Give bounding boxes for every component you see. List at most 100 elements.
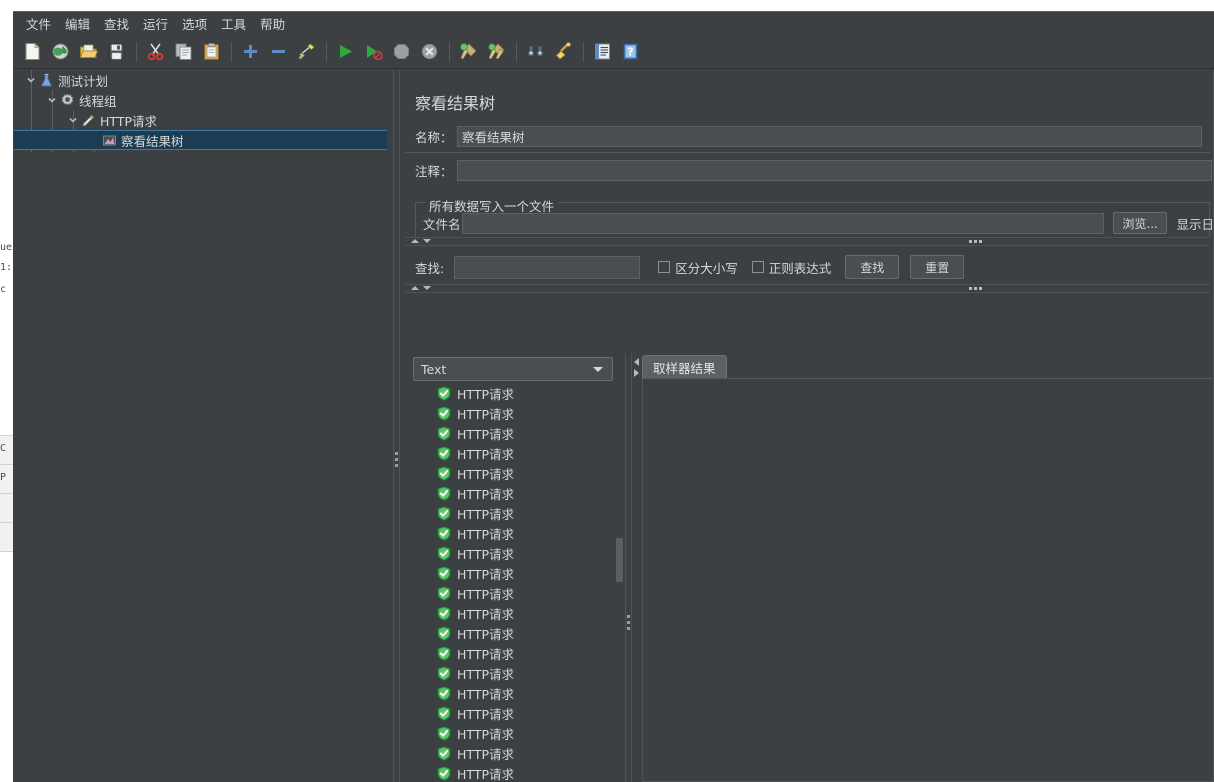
reset-button[interactable]: 重置 — [910, 255, 965, 279]
clear-icon[interactable] — [455, 39, 481, 65]
result-list-item[interactable]: HTTP请求 — [413, 643, 615, 663]
paste-icon[interactable] — [198, 39, 224, 65]
result-list-item[interactable]: HTTP请求 — [413, 583, 615, 603]
comment-input[interactable] — [457, 159, 1212, 181]
chevron-down-icon[interactable] — [66, 113, 80, 127]
filename-input[interactable] — [461, 212, 1104, 234]
search-divider[interactable] — [405, 237, 1210, 246]
tree-node-http-request[interactable]: HTTP请求 — [14, 110, 387, 130]
name-input[interactable] — [457, 125, 1202, 147]
shutdown-icon[interactable] — [416, 39, 442, 65]
tree-node-thread-group[interactable]: 线程组 — [14, 90, 387, 110]
chevron-down-icon[interactable] — [24, 73, 38, 87]
result-list-item[interactable]: HTTP请求 — [413, 383, 615, 403]
result-list-item[interactable]: HTTP请求 — [413, 523, 615, 543]
tab-scroll-right-icon[interactable] — [634, 369, 639, 377]
view-results-tree-icon — [101, 132, 117, 148]
result-list-item[interactable]: HTTP请求 — [413, 743, 615, 763]
search-icon[interactable] — [522, 39, 548, 65]
menu-help[interactable]: 帮助 — [253, 12, 292, 36]
regex-box[interactable] — [751, 261, 764, 273]
result-list-item[interactable]: HTTP请求 — [413, 763, 615, 782]
chevron-down-icon[interactable] — [45, 93, 59, 107]
divider-dots-2[interactable] — [969, 287, 982, 290]
new-icon[interactable] — [19, 39, 45, 65]
collapse-all-icon[interactable] — [265, 39, 291, 65]
divider-dots-1[interactable] — [969, 240, 982, 243]
result-item-label: HTTP请求 — [457, 666, 514, 682]
filename-row: 文件名 浏览... 显示日 — [401, 211, 1214, 235]
results-splitter[interactable] — [624, 353, 633, 782]
result-list-item[interactable]: HTTP请求 — [413, 463, 615, 483]
menu-edit[interactable]: 编辑 — [58, 12, 97, 36]
splitter-grip[interactable] — [395, 452, 398, 470]
results-area: Text HTTP请求 HTTP请求 HTTP请求 HTTP请求 HTTP请求 HTTP请… — [405, 353, 1214, 782]
result-list-item[interactable]: HTTP请求 — [413, 543, 615, 563]
chevron-down-icon[interactable] — [593, 366, 603, 372]
tab-scroll-left-icon[interactable] — [634, 358, 639, 366]
renderer-select[interactable]: Text — [413, 357, 613, 381]
test-plan-tree[interactable]: 测试计划 线程组 HTTP请求 察看结果树 — [14, 70, 387, 782]
start-no-pauses-icon[interactable] — [360, 39, 386, 65]
sampler-result-content[interactable] — [642, 379, 1214, 782]
result-item-label: HTTP请求 — [457, 606, 514, 622]
reset-search-icon[interactable] — [550, 39, 576, 65]
results-splitter-grip[interactable] — [627, 615, 630, 633]
result-list-item[interactable]: HTTP请求 — [413, 423, 615, 443]
main-splitter[interactable] — [392, 70, 401, 782]
open-icon[interactable] — [75, 39, 101, 65]
start-icon[interactable] — [332, 39, 358, 65]
regex-checkbox[interactable]: 正则表达式 — [751, 258, 831, 277]
stop-icon[interactable] — [388, 39, 414, 65]
divider-up-arrow-2[interactable] — [411, 286, 419, 290]
results-divider[interactable] — [405, 284, 1210, 293]
function-helper-icon[interactable] — [589, 39, 615, 65]
case-sensitive-checkbox[interactable]: 区分大小写 — [658, 258, 738, 277]
result-list-item[interactable]: HTTP请求 — [413, 443, 615, 463]
divider-down-arrow-1[interactable] — [423, 239, 431, 243]
result-list-item[interactable]: HTTP请求 — [413, 503, 615, 523]
templates-icon[interactable] — [47, 39, 73, 65]
scrollbar-thumb[interactable] — [616, 538, 623, 582]
menu-run[interactable]: 运行 — [136, 12, 175, 36]
result-list-item[interactable]: HTTP请求 — [413, 703, 615, 723]
test-plan-icon — [38, 72, 54, 88]
results-list[interactable]: HTTP请求 HTTP请求 HTTP请求 HTTP请求 HTTP请求 HTTP请求 HTTP… — [413, 383, 615, 782]
result-item-label: HTTP请求 — [457, 406, 514, 422]
menu-search[interactable]: 查找 — [97, 12, 136, 36]
tab-scroll-arrows[interactable] — [633, 355, 642, 381]
result-list-item[interactable]: HTTP请求 — [413, 483, 615, 503]
result-list-item[interactable]: HTTP请求 — [413, 563, 615, 583]
menu-file[interactable]: 文件 — [19, 12, 58, 36]
tab-sampler-result[interactable]: 取样器结果 — [642, 355, 727, 379]
case-sensitive-box[interactable] — [658, 261, 671, 273]
find-button[interactable]: 查找 — [845, 255, 900, 279]
result-list-item[interactable]: HTTP请求 — [413, 663, 615, 683]
toggle-icon[interactable] — [293, 39, 319, 65]
divider-down-arrow-2[interactable] — [423, 286, 431, 290]
result-list-item[interactable]: HTTP请求 — [413, 723, 615, 743]
search-input[interactable] — [454, 255, 641, 279]
result-list-item[interactable]: HTTP请求 — [413, 603, 615, 623]
tree-node-test-plan[interactable]: 测试计划 — [14, 70, 387, 90]
tree-node-view-results-tree[interactable]: 察看结果树 — [14, 130, 387, 150]
cut-icon[interactable] — [142, 39, 168, 65]
expand-all-icon[interactable] — [237, 39, 263, 65]
save-icon[interactable] — [103, 39, 129, 65]
success-shield-icon — [437, 625, 451, 641]
copy-icon[interactable] — [170, 39, 196, 65]
clear-all-icon[interactable] — [483, 39, 509, 65]
divider-up-arrow-1[interactable] — [411, 239, 419, 243]
menu-tools[interactable]: 工具 — [214, 12, 253, 36]
tree-node-label: 测试计划 — [58, 73, 109, 89]
result-list-item[interactable]: HTTP请求 — [413, 623, 615, 643]
success-shield-icon — [437, 525, 451, 541]
help-icon[interactable]: ? — [617, 39, 643, 65]
browse-button[interactable]: 浏览... — [1112, 212, 1168, 234]
result-item-label: HTTP请求 — [457, 706, 514, 722]
result-list-item[interactable]: HTTP请求 — [413, 403, 615, 423]
success-shield-icon — [437, 645, 451, 661]
result-list-item[interactable]: HTTP请求 — [413, 683, 615, 703]
results-scrollbar[interactable] — [615, 383, 624, 782]
menu-options[interactable]: 选项 — [175, 12, 214, 36]
